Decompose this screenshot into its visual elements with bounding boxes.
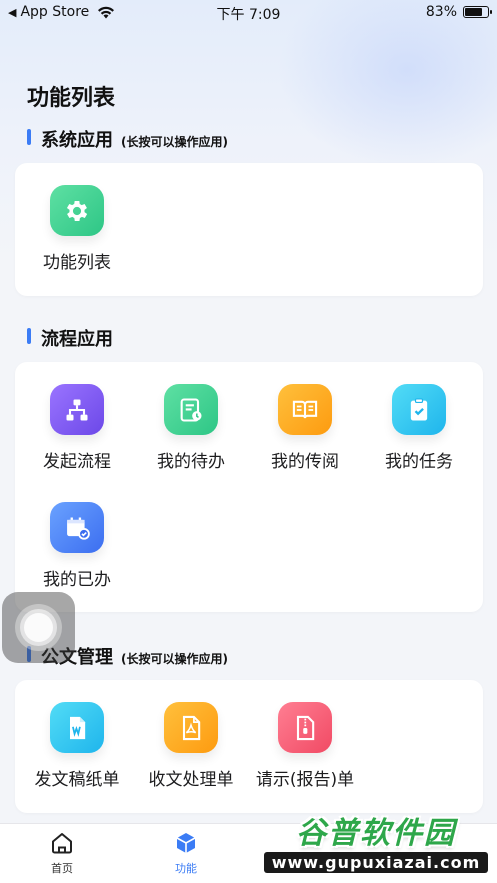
tab-home[interactable]: 首页 bbox=[22, 830, 102, 876]
home-icon bbox=[52, 833, 72, 854]
app-incoming-processing[interactable]: 收文处理单 bbox=[134, 680, 248, 790]
page-title: 功能列表 bbox=[27, 86, 116, 111]
app-my-circulation[interactable]: 我的传阅 bbox=[248, 362, 362, 472]
battery-percent: 83% bbox=[425, 4, 457, 20]
watermark-logo: 谷普软件园 www.gupuxiazai.com bbox=[261, 808, 491, 880]
gear-icon bbox=[50, 185, 104, 236]
app-label: 请示(报告)单 bbox=[255, 770, 355, 790]
app-my-done[interactable]: 我的已办 bbox=[20, 480, 134, 590]
section-header-system: 系统应用 (长按可以操作应用) bbox=[27, 126, 228, 151]
app-request-report[interactable]: 请示(报告)单 bbox=[248, 680, 362, 790]
section-accent-bar bbox=[27, 129, 31, 145]
word-document-icon bbox=[50, 702, 104, 753]
flowchart-icon bbox=[50, 384, 104, 435]
app-label: 收文处理单 bbox=[148, 770, 234, 790]
pdf-document-icon bbox=[164, 702, 218, 753]
system-apps-card: 功能列表 bbox=[15, 163, 483, 296]
app-label: 发起流程 bbox=[43, 452, 111, 472]
battery-status: 83% bbox=[425, 4, 492, 20]
section-accent-bar bbox=[27, 328, 31, 344]
battery-fill bbox=[465, 8, 483, 16]
section-header-workflow: 流程应用 bbox=[27, 325, 113, 350]
function-list-page: 功能列表 系统应用 (长按可以操作应用) 功能列表 流程应用 发起流程 我的待办… bbox=[0, 0, 497, 883]
assistive-touch-button[interactable] bbox=[2, 592, 75, 663]
status-time: 下午 7:09 bbox=[216, 7, 281, 23]
status-bar: ◀ App Store 下午 7:09 83% bbox=[0, 0, 497, 26]
cube-icon bbox=[176, 833, 196, 853]
section-hint: (长按可以操作应用) bbox=[121, 135, 228, 149]
zip-document-icon bbox=[278, 702, 332, 753]
app-my-tasks[interactable]: 我的任务 bbox=[362, 362, 476, 472]
watermark-title: 谷普软件园 bbox=[296, 816, 456, 851]
battery-icon bbox=[463, 6, 492, 18]
app-start-process[interactable]: 发起流程 bbox=[20, 362, 134, 472]
tab-label: 功能 bbox=[175, 862, 197, 875]
app-label: 我的已办 bbox=[43, 570, 111, 590]
task-clipboard-icon bbox=[392, 384, 446, 435]
app-my-todo[interactable]: 我的待办 bbox=[134, 362, 248, 472]
calendar-check-icon bbox=[50, 502, 104, 553]
assistive-ring bbox=[24, 613, 53, 642]
app-function-list[interactable]: 功能列表 bbox=[20, 163, 134, 273]
open-book-icon bbox=[278, 384, 332, 435]
todo-document-icon bbox=[164, 384, 218, 435]
workflow-apps-card: 发起流程 我的待办 我的传阅 我的任务 我的已办 bbox=[15, 362, 483, 612]
section-hint: (长按可以操作应用) bbox=[121, 652, 228, 666]
app-outgoing-draft[interactable]: 发文稿纸单 bbox=[20, 680, 134, 790]
tab-label: 首页 bbox=[51, 862, 73, 875]
document-apps-card: 发文稿纸单 收文处理单 请示(报告)单 bbox=[15, 680, 483, 813]
tab-functions[interactable]: 功能 bbox=[146, 830, 226, 876]
section-title: 流程应用 bbox=[41, 329, 113, 350]
app-label: 功能列表 bbox=[43, 253, 111, 273]
app-label: 我的待办 bbox=[157, 452, 225, 472]
app-label: 发文稿纸单 bbox=[34, 770, 120, 790]
watermark-url: www.gupuxiazai.com bbox=[263, 852, 489, 873]
app-label: 我的传阅 bbox=[271, 452, 339, 472]
section-title: 系统应用 bbox=[41, 130, 113, 151]
app-label: 我的任务 bbox=[385, 452, 453, 472]
